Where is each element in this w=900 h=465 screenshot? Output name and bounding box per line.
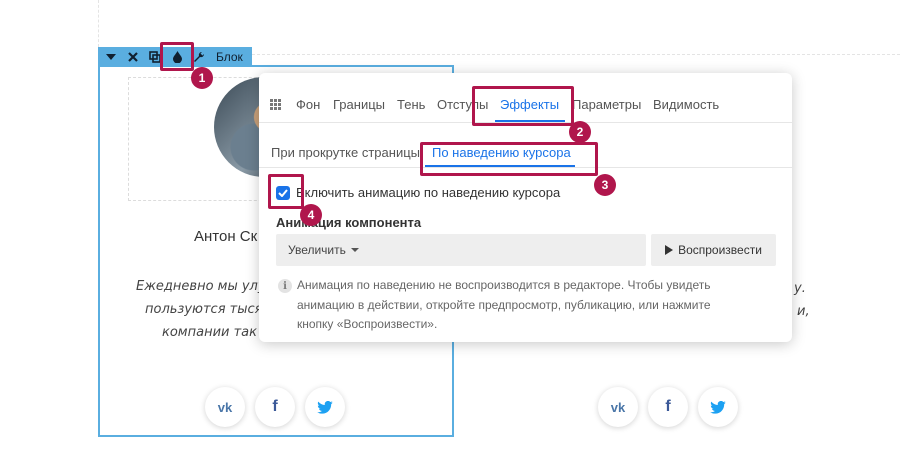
caret-down-icon [350,248,359,252]
facebook-icon: f [665,398,671,415]
guide-line-horizontal [252,54,900,55]
section-title: Анимация компонента [276,215,422,230]
select-value: Увеличить [288,243,346,257]
annotation-badge: 1 [191,67,213,89]
subtab-on-scroll[interactable]: При прокрутке страницы [271,145,420,160]
play-icon [665,245,674,255]
highlight-checkbox [268,174,304,209]
twitter-button[interactable] [305,387,345,427]
tab-shadow[interactable]: Тень [397,97,425,112]
twitter-button[interactable] [698,387,738,427]
vk-button[interactable]: vk [205,387,245,427]
quote-line: компании так [162,325,257,340]
highlight-drop-icon [160,42,194,71]
editor-canvas: Блок Антон Ск Ежедневно мы улуч пользуют… [0,0,900,465]
guide-line-top [98,0,99,47]
quote-line: пользуются тыся [145,302,263,317]
block-label: Блок [216,49,243,64]
info-icon: i [278,279,292,293]
wrench-icon[interactable] [192,50,206,64]
quote-line-right: и, [797,304,810,319]
close-icon[interactable] [126,50,140,64]
info-text: кнопку «Воспроизвести». [297,317,438,331]
annotation-badge: 3 [594,174,616,196]
chevron-down-icon[interactable] [104,50,118,64]
tab-background[interactable]: Фон [296,97,320,112]
vk-icon: vk [217,399,233,415]
facebook-icon: f [272,398,278,415]
quote-line: Ежедневно мы улуч [136,279,274,294]
vk-icon: vk [610,399,626,415]
tab-visibility[interactable]: Видимость [653,97,719,112]
play-button-label: Воспроизвести [678,243,762,257]
facebook-button[interactable]: f [255,387,295,427]
twitter-icon [317,400,333,414]
play-button[interactable]: Воспроизвести [651,234,776,266]
checkbox-label[interactable]: Включить анимацию по наведению курсора [296,185,560,200]
annotation-badge: 2 [569,121,591,143]
tab-parameters[interactable]: Параметры [572,97,641,112]
person-name: Антон Ск [194,228,258,245]
quote-line-right: у. [794,281,806,296]
highlight-effects-tab [472,86,574,126]
highlight-hover-subtab [420,142,598,176]
annotation-badge: 4 [300,204,322,226]
grid-icon[interactable] [270,99,281,110]
tab-borders[interactable]: Границы [333,97,385,112]
twitter-icon [710,400,726,414]
info-text: Анимация по наведению не воспроизводится… [297,278,711,292]
info-text: анимацию в действии, откройте предпросмо… [297,298,711,312]
vk-button[interactable]: vk [598,387,638,427]
facebook-button[interactable]: f [648,387,688,427]
animation-select[interactable]: Увеличить [276,234,646,266]
